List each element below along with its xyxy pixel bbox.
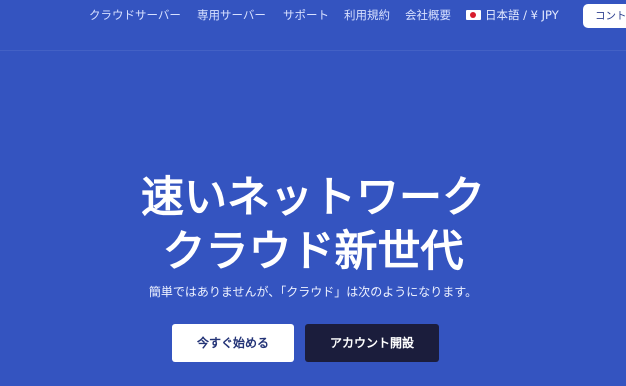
hero-title: 速いネットワーク クラウド新世代 — [0, 171, 626, 279]
get-started-button[interactable]: 今すぐ始める — [172, 324, 294, 362]
hero-subtitle: 簡単ではありませんが、「クラウド」は次のようになります。 — [148, 285, 478, 299]
top-navigation: クラウドサーバー 専用サーバー サポート 利用規約 会社概要 日本語 / ¥ J… — [0, 0, 626, 34]
nav-link-support[interactable]: サポート — [283, 7, 329, 23]
nav-link-dedicated-server[interactable]: 専用サーバー — [197, 7, 266, 23]
nav-link-cloud-server[interactable]: クラウドサーバー — [89, 7, 181, 23]
nav-link-terms[interactable]: 利用規約 — [344, 7, 390, 23]
japan-flag-icon — [466, 10, 481, 20]
language-selector[interactable]: 日本語 / ¥ JPY — [466, 7, 559, 23]
language-label: 日本語 / ¥ JPY — [485, 8, 559, 22]
hero-title-line-1: 速いネットワーク — [141, 173, 485, 223]
open-account-button[interactable]: アカウント開設 — [305, 324, 439, 362]
header-divider — [0, 50, 626, 51]
hero-title-line-2: クラウド新世代 — [162, 227, 464, 277]
contact-button[interactable]: コント — [583, 4, 626, 28]
nav-link-company[interactable]: 会社概要 — [405, 7, 451, 23]
